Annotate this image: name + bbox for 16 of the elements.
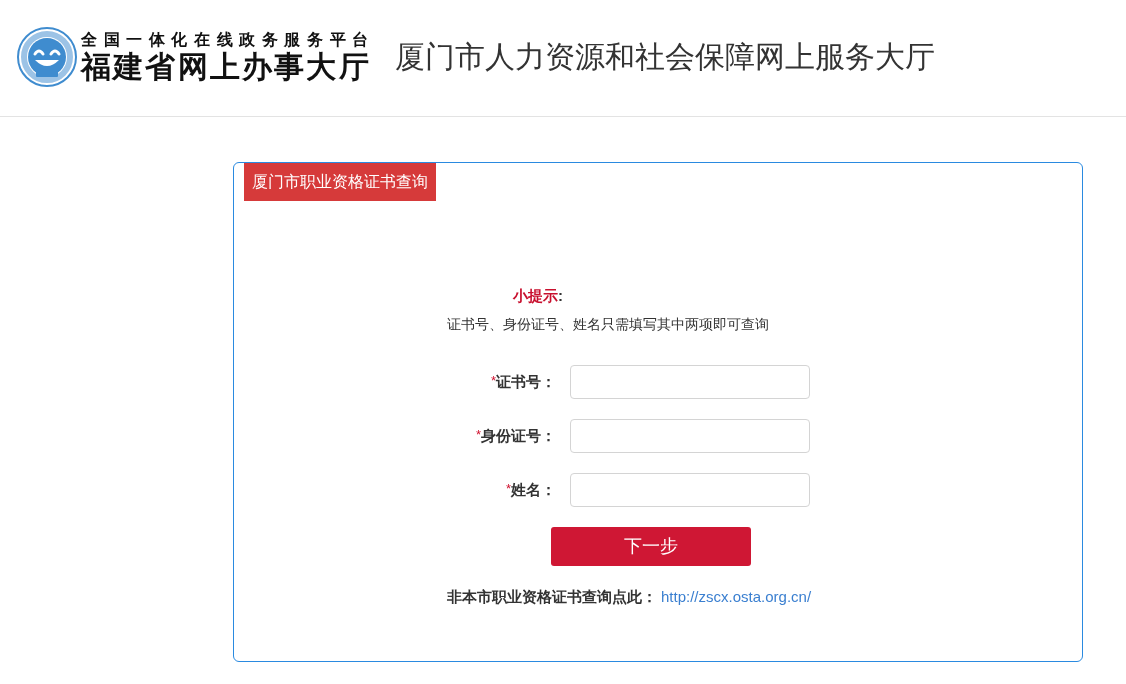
logo-tagline: 全国一体化在线政务服务平台 (81, 29, 375, 50)
tip-heading: 小提示: (513, 286, 563, 306)
field-label: *证书号： (489, 371, 557, 392)
logo-name: 福建省网上办事大厅 (81, 49, 372, 84)
input-field[interactable] (570, 473, 810, 507)
other-city-note: 非本市职业资格证书查询点此： (447, 587, 657, 607)
panel-title: 厦门市职业资格证书查询 (244, 163, 436, 201)
input-field[interactable] (570, 419, 810, 453)
input-field[interactable] (570, 365, 810, 399)
next-step-button[interactable]: 下一步 (551, 527, 751, 566)
smiley-logo-icon (17, 26, 77, 87)
field-label: *身份证号： (474, 425, 557, 446)
site-title: 厦门市人力资源和社会保障网上服务大厅 (394, 38, 935, 75)
tip-text: 证书号、身份证号、姓名只需填写其中两项即可查询 (447, 315, 769, 334)
osta-link[interactable]: http://zscx.osta.org.cn/ (661, 587, 812, 607)
field-label: *姓名： (504, 479, 557, 500)
